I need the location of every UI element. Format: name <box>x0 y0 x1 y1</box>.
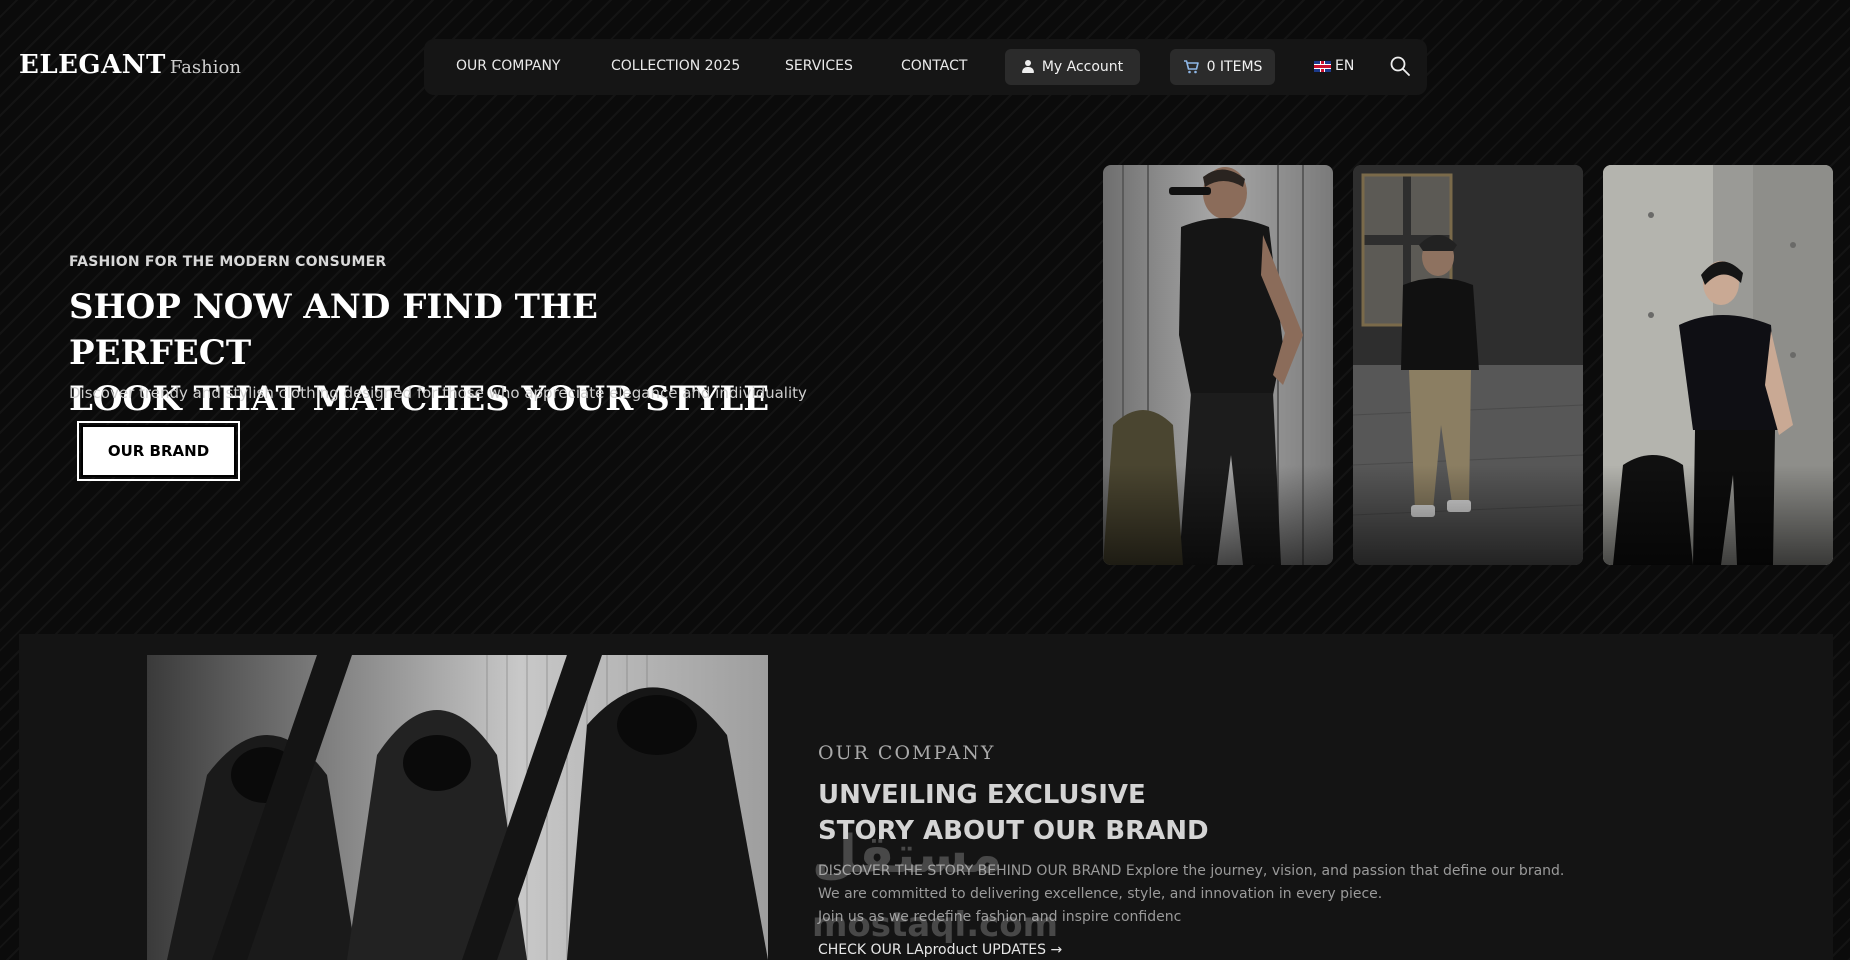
language-label: EN <box>1335 58 1355 74</box>
logo-main: ELEGANT <box>19 50 166 80</box>
updates-link[interactable]: CHECK OUR LAproduct UPDATES → <box>818 942 1062 958</box>
person-icon <box>1021 60 1034 74</box>
nav-collection-2025[interactable]: COLLECTION 2025 <box>611 58 740 74</box>
nav-our-company[interactable]: OUR COMPANY <box>456 58 560 74</box>
company-description: DISCOVER THE STORY BEHIND OUR BRAND Expl… <box>818 860 1564 929</box>
hero-kicker: FASHION FOR THE MODERN CONSUMER <box>69 254 387 270</box>
hero-photo-2 <box>1353 165 1583 565</box>
hero-title-line-1: SHOP NOW AND FIND THE PERFECT <box>69 287 598 373</box>
search-icon[interactable] <box>1389 55 1411 77</box>
company-text-line-2: We are committed to delivering excellenc… <box>818 886 1383 902</box>
arrow-right-icon: → <box>1050 942 1063 958</box>
my-account-button[interactable]: My Account <box>1005 49 1140 85</box>
nav-services[interactable]: SERVICES <box>785 58 853 74</box>
hero-photo-3 <box>1603 165 1833 565</box>
logo[interactable]: ELEGANT Fashion <box>19 50 241 80</box>
updates-link-label: CHECK OUR LAproduct UPDATES <box>818 942 1046 958</box>
company-title-line-2: STORY ABOUT OUR BRAND <box>818 816 1209 846</box>
main-nav: OUR COMPANY COLLECTION 2025 SERVICES CON… <box>424 39 1427 95</box>
cart-button[interactable]: 0 ITEMS <box>1170 49 1275 85</box>
company-text-line-1: DISCOVER THE STORY BEHIND OUR BRAND Expl… <box>818 863 1565 879</box>
language-selector[interactable]: EN <box>1314 58 1354 74</box>
company-text-line-3: Join us as we redefine fashion and inspi… <box>818 909 1182 925</box>
our-brand-button[interactable]: OUR BRAND <box>77 421 240 481</box>
uk-flag-icon <box>1314 60 1331 72</box>
company-title-line-1: UNVEILING EXCLUSIVE <box>818 780 1146 810</box>
company-title: UNVEILING EXCLUSIVE STORY ABOUT OUR BRAN… <box>818 777 1209 849</box>
my-account-label: My Account <box>1041 59 1124 75</box>
logo-sub: Fashion <box>169 57 241 78</box>
cart-label: 0 ITEMS <box>1206 59 1263 75</box>
cart-icon <box>1183 60 1199 74</box>
company-kicker: OUR COMPANY <box>818 742 996 764</box>
hero-photo-1 <box>1103 165 1333 565</box>
hero-description: Discover trendy and stylish clothing des… <box>69 384 807 402</box>
nav-contact[interactable]: CONTACT <box>901 58 967 74</box>
brand-collage-image <box>147 655 768 960</box>
